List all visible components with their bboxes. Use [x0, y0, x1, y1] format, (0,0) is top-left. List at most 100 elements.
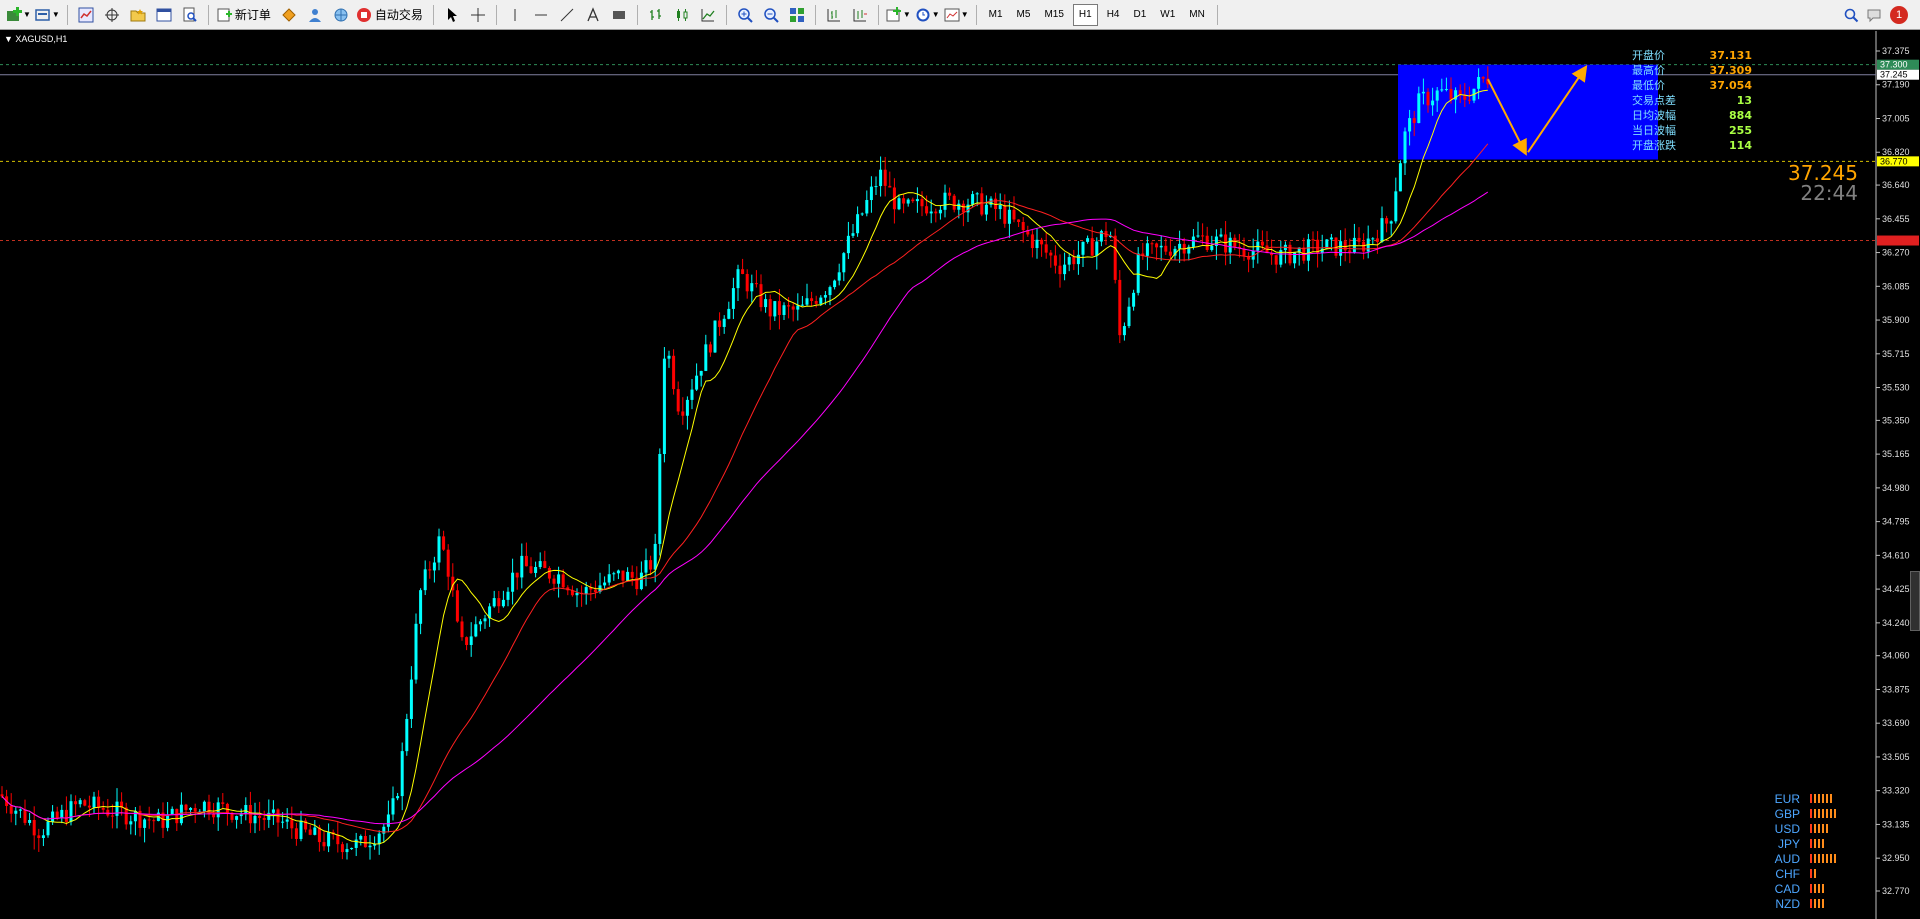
chart-area[interactable]: 37.375 37.190 37.005 36.820 36.640 36.455 36.2…: [0, 31, 1920, 919]
vertical-line-tool-button[interactable]: [504, 4, 526, 26]
notifications-button[interactable]: 1: [1866, 4, 1908, 26]
candle-body: [281, 821, 285, 823]
timeframe-h1[interactable]: H1: [1072, 3, 1098, 26]
periods-button[interactable]: ▼: [915, 4, 940, 26]
price-scale-scroll-handle[interactable]: [1910, 571, 1920, 631]
strategy-tester-button[interactable]: [179, 4, 201, 26]
chart-menu-arrow-icon[interactable]: ▼: [4, 34, 15, 44]
info-value: 255: [1729, 124, 1752, 137]
timeframe-w1[interactable]: W1: [1155, 4, 1180, 26]
currency-row-cad: CAD: [1760, 881, 1838, 896]
new-order-button[interactable]: 新订单: [216, 4, 274, 26]
crosshair-tool-button[interactable]: [467, 4, 489, 26]
candle-body: [483, 618, 487, 622]
autoscroll-button[interactable]: [849, 4, 871, 26]
price-tick-label: 35.715: [1882, 349, 1910, 359]
candle-body: [1003, 205, 1007, 224]
candle-body: [92, 796, 96, 808]
candle-body: [630, 571, 634, 578]
label-tool-button[interactable]: [608, 4, 630, 26]
new-chart-button[interactable]: ▼: [6, 4, 31, 26]
candle-body: [501, 599, 505, 607]
bar-countdown-display: 22:44: [1800, 181, 1858, 205]
timeframe-m1[interactable]: M1: [984, 4, 1008, 26]
price-chart[interactable]: 37.37537.19037.00536.82036.64036.45536.2…: [0, 31, 1920, 919]
cursor-tool-button[interactable]: [441, 4, 463, 26]
bar-chart-button[interactable]: [645, 4, 667, 26]
toolbar: ▼ ▼ 新订单 自动交易 ▼ ▼ ▼ M1 M5 M15 H1 H4 D1 W1…: [0, 0, 1920, 30]
candle-body: [736, 269, 740, 289]
auto-trading-button[interactable]: 自动交易: [356, 4, 426, 26]
zoom-in-button[interactable]: [734, 4, 756, 26]
candle-body: [1168, 251, 1172, 256]
candle-body: [83, 800, 87, 806]
info-value: 37.131: [1709, 49, 1752, 62]
profiles-icon: [35, 8, 50, 21]
candle-body: [934, 211, 938, 214]
navigator-button[interactable]: [127, 4, 149, 26]
timeframe-h4[interactable]: H4: [1102, 4, 1125, 26]
vertical-line-icon: [514, 8, 516, 21]
candlestick-chart-button[interactable]: [671, 4, 693, 26]
candle-body: [538, 561, 542, 568]
candle-body: [1030, 234, 1034, 249]
currency-row-nzd: NZD: [1760, 896, 1838, 911]
indicators-button[interactable]: ▼: [886, 4, 911, 26]
candle-body: [603, 582, 607, 586]
candle-body: [106, 809, 110, 816]
candle-body: [1017, 219, 1021, 223]
market-button[interactable]: [330, 4, 352, 26]
zoom-out-button[interactable]: [760, 4, 782, 26]
chart-shift-button[interactable]: [823, 4, 845, 26]
timeframe-m5[interactable]: M5: [1012, 4, 1036, 26]
candle-body: [1155, 243, 1159, 248]
search-button[interactable]: [1840, 4, 1862, 26]
candle-body: [60, 809, 64, 819]
strength-bar: [1810, 869, 1818, 878]
text-tool-button[interactable]: [582, 4, 604, 26]
symbol-text: XAGUSD,H1: [15, 34, 68, 44]
candle-body: [1063, 264, 1067, 275]
info-row-day-range: 当日波幅 255: [1632, 123, 1752, 138]
candle-body: [396, 796, 400, 799]
info-value: 37.309: [1709, 64, 1752, 77]
data-window-button[interactable]: [101, 4, 123, 26]
profiles-button[interactable]: ▼: [35, 4, 60, 26]
market-watch-icon: [78, 7, 94, 22]
timeframe-d1[interactable]: D1: [1129, 4, 1152, 26]
candle-body: [943, 192, 947, 210]
candle-body: [336, 834, 340, 845]
candle-body: [1343, 241, 1347, 251]
candle-body: [731, 288, 735, 309]
candle-body: [363, 836, 367, 848]
horizontal-line-tool-button[interactable]: [530, 4, 552, 26]
candle-body: [547, 567, 551, 579]
terminal-button[interactable]: [153, 4, 175, 26]
info-value: 884: [1729, 109, 1752, 122]
timeframe-mn[interactable]: MN: [1184, 4, 1210, 26]
trendline-tool-button[interactable]: [556, 4, 578, 26]
metaeditor-button[interactable]: [278, 4, 300, 26]
candle-body: [897, 198, 901, 210]
resistance-price-tag: 36.336: [1880, 236, 1908, 246]
candle-body: [699, 370, 703, 376]
candle-body: [1260, 241, 1264, 246]
candle-body: [129, 821, 133, 825]
candle-body: [225, 803, 229, 813]
zoom-in-icon: [738, 7, 753, 23]
templates-button[interactable]: ▼: [944, 4, 969, 26]
tile-windows-button[interactable]: [786, 4, 808, 26]
signals-button[interactable]: [304, 4, 326, 26]
candle-body: [262, 817, 266, 820]
currency-label: AUD: [1774, 851, 1800, 866]
candle-body: [1145, 243, 1149, 256]
candle-body: [97, 796, 101, 808]
chat-bubble-icon: [1867, 9, 1881, 23]
candle-body: [1375, 238, 1379, 242]
market-watch-button[interactable]: [75, 4, 97, 26]
line-chart-button[interactable]: [697, 4, 719, 26]
candle-body: [529, 566, 533, 573]
timeframe-m15[interactable]: M15: [1039, 4, 1068, 26]
candle-body: [359, 836, 363, 840]
strength-bar: [1810, 839, 1826, 848]
